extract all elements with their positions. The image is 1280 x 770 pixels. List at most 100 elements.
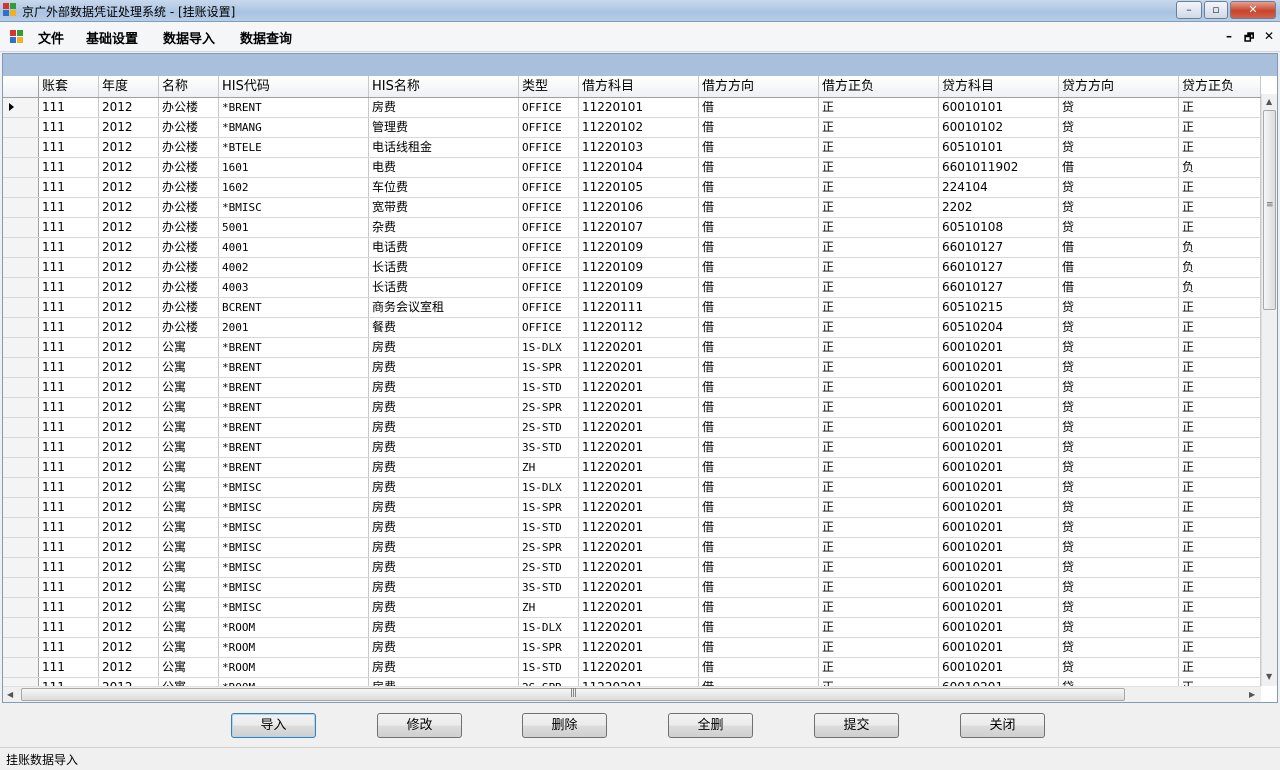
cell-col-type[interactable]: ZH [519, 598, 579, 617]
cell-col-book[interactable]: 111 [39, 398, 99, 417]
table-row[interactable]: 111 2012 办公楼 BCRENT 商务会议室租 OFFICE 11220111 借正 60… [3, 298, 1261, 318]
cell-col-credit-direction[interactable]: 贷 [1059, 578, 1179, 597]
table-row[interactable]: 111 2012 办公楼 1601 电费 OFFICE 11220104 借正 66010119… [3, 158, 1261, 178]
cell-col-debit-account[interactable]: 11220201 [579, 418, 699, 437]
cell-col-debit-account[interactable]: 11220201 [579, 358, 699, 377]
cell-col-book[interactable]: 111 [39, 278, 99, 297]
cell-col-type[interactable]: OFFICE [519, 98, 579, 117]
cell-col-debit-direction[interactable]: 借 [699, 558, 819, 577]
cell-col-year[interactable]: 2012 [99, 278, 159, 297]
menu-file[interactable]: 文件 [38, 28, 64, 47]
cell-col-credit-account[interactable]: 60010201 [939, 418, 1059, 437]
cell-col-debit-account[interactable]: 11220201 [579, 558, 699, 577]
cell-col-year[interactable]: 2012 [99, 678, 159, 686]
table-row[interactable]: 111 2012 办公楼 *BMISC 宽带费 OFFICE 11220106 借正 2202 贷… [3, 198, 1261, 218]
cell-col-debit-direction[interactable]: 借 [699, 118, 819, 137]
row-header[interactable] [3, 498, 39, 517]
cell-col-debit-direction[interactable]: 借 [699, 598, 819, 617]
cell-col-name[interactable]: 办公楼 [159, 318, 219, 337]
cell-col-debit-account[interactable]: 11220201 [579, 458, 699, 477]
cell-col-type[interactable]: OFFICE [519, 158, 579, 177]
cell-col-credit-sign[interactable]: 正 [1179, 178, 1261, 197]
cell-col-type[interactable]: OFFICE [519, 218, 579, 237]
cell-col-debit-account[interactable]: 11220101 [579, 98, 699, 117]
cell-col-book[interactable]: 111 [39, 218, 99, 237]
header-corner[interactable] [3, 76, 39, 97]
cell-col-debit-sign[interactable]: 正 [819, 258, 939, 277]
cell-col-type[interactable]: 3S-STD [519, 578, 579, 597]
cell-col-credit-direction[interactable]: 贷 [1059, 658, 1179, 677]
cell-col-credit-direction[interactable]: 贷 [1059, 98, 1179, 117]
cell-col-book[interactable]: 111 [39, 618, 99, 637]
cell-col-book[interactable]: 111 [39, 538, 99, 557]
cell-col-his-name[interactable]: 房费 [369, 578, 519, 597]
cell-col-credit-direction[interactable]: 贷 [1059, 538, 1179, 557]
cell-col-credit-direction[interactable]: 贷 [1059, 398, 1179, 417]
cell-col-debit-account[interactable]: 11220201 [579, 498, 699, 517]
scroll-right-icon[interactable]: ▶ [1249, 690, 1255, 699]
cell-col-name[interactable]: 公寓 [159, 578, 219, 597]
cell-col-name[interactable]: 办公楼 [159, 278, 219, 297]
cell-col-credit-account[interactable]: 6601011902 [939, 158, 1059, 177]
cell-col-type[interactable]: 2S-SPR [519, 678, 579, 686]
cell-col-credit-direction[interactable]: 贷 [1059, 138, 1179, 157]
cell-col-his-name[interactable]: 宽带费 [369, 198, 519, 217]
cell-col-credit-direction[interactable]: 贷 [1059, 618, 1179, 637]
cell-col-debit-direction[interactable]: 借 [699, 538, 819, 557]
table-row[interactable]: 111 2012 公寓 *BMISC 房费 2S-SPR 11220201 借正 6001020… [3, 538, 1261, 558]
cell-col-credit-direction[interactable]: 贷 [1059, 438, 1179, 457]
cell-col-book[interactable]: 111 [39, 258, 99, 277]
row-header[interactable] [3, 138, 39, 157]
cell-col-debit-sign[interactable]: 正 [819, 458, 939, 477]
header-col-his-code[interactable]: HIS代码 [219, 76, 369, 97]
cell-col-type[interactable]: 1S-STD [519, 518, 579, 537]
cell-col-credit-sign[interactable]: 负 [1179, 278, 1261, 297]
cell-col-type[interactable]: ZH [519, 458, 579, 477]
cell-col-debit-sign[interactable]: 正 [819, 678, 939, 686]
table-row[interactable]: 111 2012 公寓 *ROOM 房费 1S-STD 11220201 借正 60010201… [3, 658, 1261, 678]
cell-col-credit-sign[interactable]: 正 [1179, 118, 1261, 137]
row-header[interactable] [3, 118, 39, 137]
cell-col-credit-sign[interactable]: 正 [1179, 598, 1261, 617]
cell-col-debit-account[interactable]: 11220106 [579, 198, 699, 217]
import-button[interactable]: 导入 [231, 713, 316, 738]
cell-col-debit-sign[interactable]: 正 [819, 518, 939, 537]
cell-col-his-code[interactable]: *BMISC [219, 558, 369, 577]
cell-col-debit-account[interactable]: 11220201 [579, 638, 699, 657]
row-header[interactable] [3, 378, 39, 397]
row-header[interactable] [3, 638, 39, 657]
cell-col-debit-sign[interactable]: 正 [819, 298, 939, 317]
cell-col-debit-account[interactable]: 11220201 [579, 398, 699, 417]
cell-col-year[interactable]: 2012 [99, 98, 159, 117]
cell-col-type[interactable]: OFFICE [519, 238, 579, 257]
mdi-child-icon[interactable] [10, 30, 24, 44]
cell-col-year[interactable]: 2012 [99, 378, 159, 397]
cell-col-credit-sign[interactable]: 正 [1179, 638, 1261, 657]
row-header[interactable] [3, 278, 39, 297]
cell-col-book[interactable]: 111 [39, 178, 99, 197]
cell-col-book[interactable]: 111 [39, 198, 99, 217]
cell-col-year[interactable]: 2012 [99, 158, 159, 177]
cell-col-credit-sign[interactable]: 正 [1179, 538, 1261, 557]
cell-col-his-name[interactable]: 管理费 [369, 118, 519, 137]
cell-col-debit-account[interactable]: 11220201 [579, 338, 699, 357]
cell-col-his-name[interactable]: 房费 [369, 438, 519, 457]
cell-col-type[interactable]: 1S-STD [519, 658, 579, 677]
cell-col-credit-direction[interactable]: 借 [1059, 278, 1179, 297]
cell-col-debit-account[interactable]: 11220201 [579, 658, 699, 677]
cell-col-name[interactable]: 公寓 [159, 658, 219, 677]
cell-col-debit-sign[interactable]: 正 [819, 118, 939, 137]
row-header[interactable] [3, 578, 39, 597]
cell-col-name[interactable]: 办公楼 [159, 218, 219, 237]
cell-col-name[interactable]: 办公楼 [159, 138, 219, 157]
cell-col-credit-sign[interactable]: 正 [1179, 318, 1261, 337]
cell-col-debit-direction[interactable]: 借 [699, 98, 819, 117]
cell-col-debit-sign[interactable]: 正 [819, 538, 939, 557]
cell-col-credit-direction[interactable]: 贷 [1059, 338, 1179, 357]
cell-col-credit-direction[interactable]: 贷 [1059, 678, 1179, 686]
mdi-minimize-button[interactable]: – [1226, 29, 1232, 43]
cell-col-book[interactable]: 111 [39, 658, 99, 677]
header-col-credit-direction[interactable]: 贷方方向 [1059, 76, 1179, 97]
cell-col-name[interactable]: 办公楼 [159, 258, 219, 277]
cell-col-type[interactable]: 1S-DLX [519, 618, 579, 637]
